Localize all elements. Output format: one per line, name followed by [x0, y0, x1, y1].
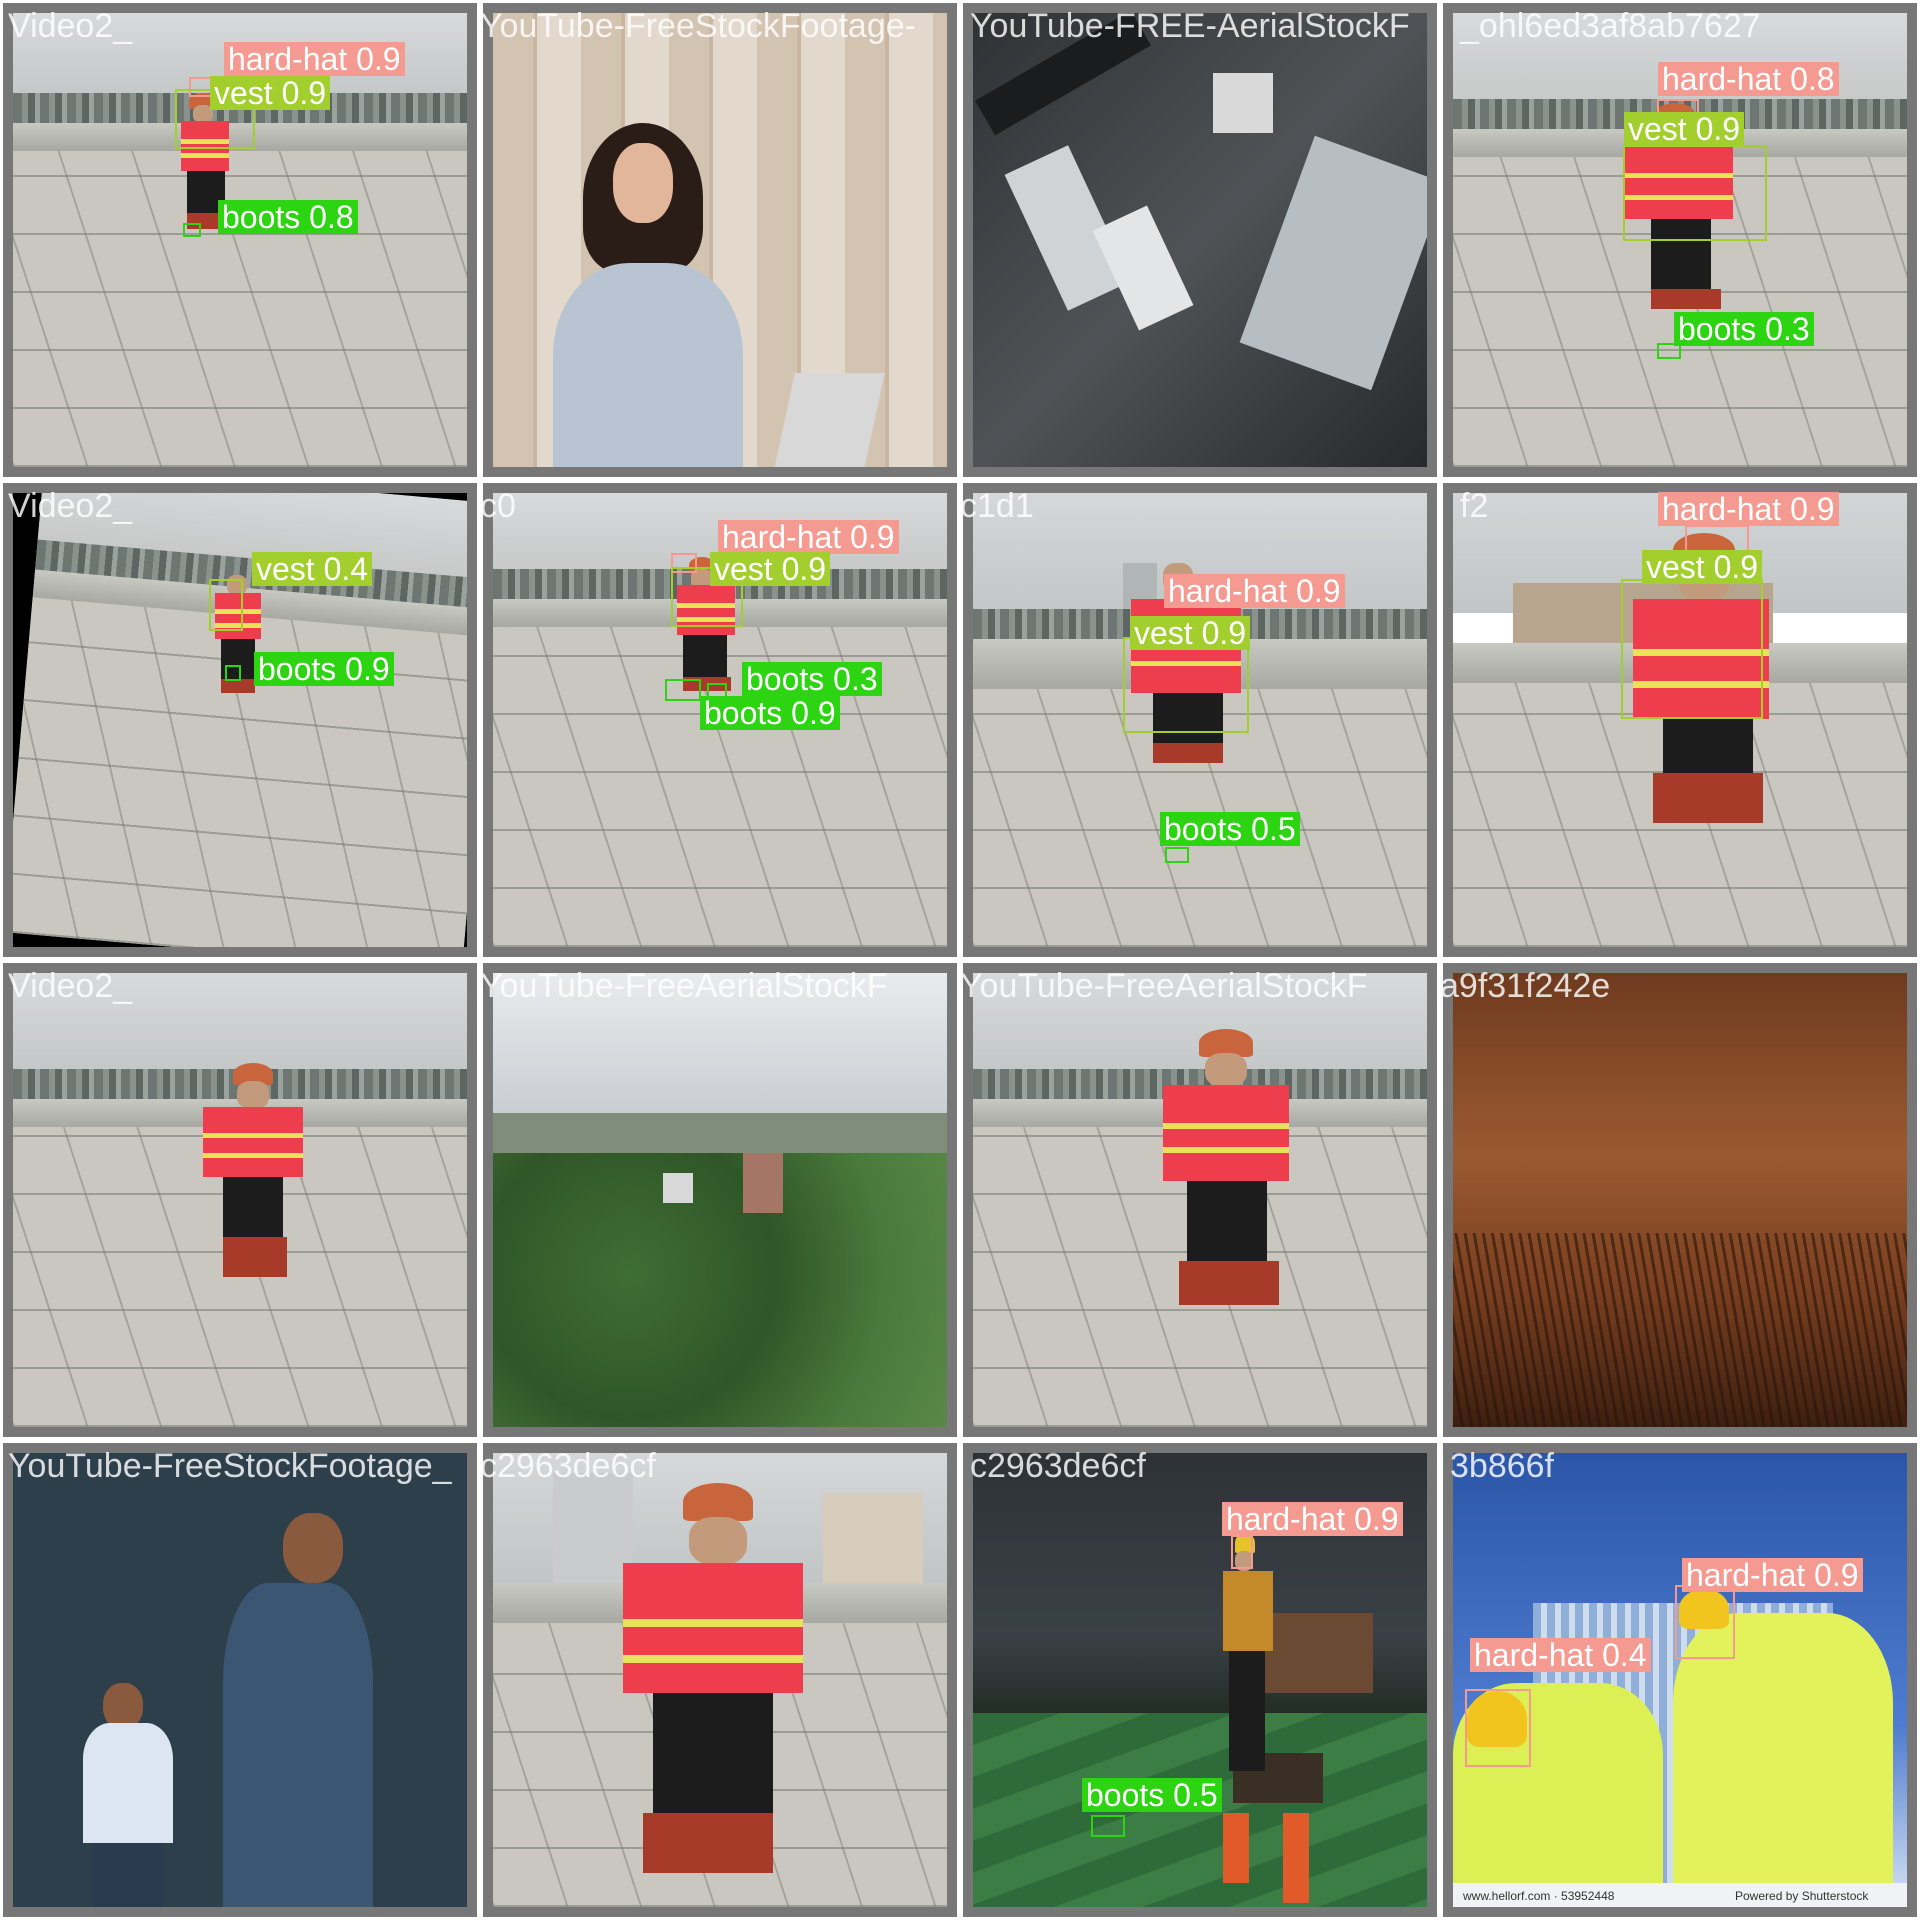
- detection-label: hard-hat 0.8: [1658, 62, 1839, 96]
- detection-label: hard-hat 0.9: [224, 42, 405, 76]
- detection-label: boots 0.9: [700, 696, 840, 730]
- vest-box: [209, 579, 243, 631]
- detection-label: boots 0.9: [254, 652, 394, 686]
- filename-overlay: YouTube-FreeStockFootage_: [8, 1447, 452, 1485]
- tile-15-night-site-worker: hard-hat 0.9 boots 0.5 c2963de6cf: [960, 1440, 1440, 1920]
- hard-hat-box: [1465, 1689, 1531, 1767]
- filename-overlay: YouTube-FreeAerialStockF: [960, 967, 1368, 1005]
- tile-13-woman-and-child: YouTube-FreeStockFootage_: [0, 1440, 480, 1920]
- tile-4-rooftop-worker: hard-hat 0.8 vest 0.9 boots 0.3 _ohl6ed3…: [1440, 0, 1920, 480]
- filename-overlay: c0: [480, 487, 516, 525]
- boots-box: [1091, 1815, 1125, 1837]
- boots-box: [225, 665, 241, 681]
- detection-label: boots 0.3: [742, 662, 882, 696]
- tile-12-field-sunset: a9f31f242e: [1440, 960, 1920, 1440]
- detection-label: vest 0.4: [252, 552, 373, 586]
- filename-overlay: Video2_: [8, 967, 133, 1005]
- filename-overlay: _ohl6ed3af8ab7627: [1460, 7, 1761, 45]
- boots-box: [183, 223, 201, 237]
- detection-label: hard-hat 0.9: [1222, 1502, 1403, 1536]
- vest-box: [1621, 579, 1763, 719]
- detection-label: hard-hat 0.9: [1164, 574, 1345, 608]
- filename-overlay: 3b866f: [1450, 1447, 1554, 1485]
- vest-box: [1623, 145, 1767, 241]
- boots-box: [1165, 847, 1189, 863]
- tile-2-woman-thinking: YouTube-FreeStockFootage-: [480, 0, 960, 480]
- detection-label: vest 0.9: [710, 552, 831, 586]
- tile-14-rooftop-worker-closeup: c2963de6cf: [480, 1440, 960, 1920]
- detection-label: hard-hat 0.4: [1470, 1638, 1651, 1672]
- filename-overlay: a9f31f242e: [1440, 967, 1611, 1005]
- filename-overlay: Video2_: [8, 487, 133, 525]
- filename-overlay: Video2_: [8, 7, 133, 45]
- filename-overlay: c1d1: [960, 487, 1034, 525]
- detection-label: vest 0.9: [1130, 616, 1251, 650]
- tile-5-rotated-rooftop: vest 0.4 boots 0.9 Video2_: [0, 480, 480, 960]
- tile-6-rooftop-worker: hard-hat 0.9 vest 0.9 boots 0.3 boots 0.…: [480, 480, 960, 960]
- tile-11-rooftop-worker: YouTube-FreeAerialStockF: [960, 960, 1440, 1440]
- hard-hat-box: [1675, 1585, 1735, 1659]
- stock-watermark: www.hellorf.com · 53952448: [1463, 1889, 1615, 1903]
- stock-watermark: Powered by Shutterstock: [1735, 1889, 1869, 1903]
- tile-8-rooftop-worker-closeup: hard-hat 0.9 vest 0.9 f2: [1440, 480, 1920, 960]
- filename-overlay: c2963de6cf: [970, 1447, 1146, 1485]
- detection-label: boots 0.3: [1674, 312, 1814, 346]
- tile-16-two-workers-stock: www.hellorf.com · 53952448 Powered by Sh…: [1440, 1440, 1920, 1920]
- tile-7-rooftop-worker: hard-hat 0.9 vest 0.9 boots 0.5 c1d1: [960, 480, 1440, 960]
- tile-9-rooftop-worker: Video2_: [0, 960, 480, 1440]
- detection-label: vest 0.9: [210, 76, 331, 110]
- filename-overlay: YouTube-FREE-AerialStockF: [970, 7, 1410, 45]
- detection-label: boots 0.8: [218, 200, 358, 234]
- detection-label: hard-hat 0.9: [718, 520, 899, 554]
- filename-overlay: YouTube-FreeStockFootage-: [480, 7, 916, 45]
- tile-1-rooftop-worker: hard-hat 0.9 vest 0.9 boots 0.8 Video2_: [0, 0, 480, 480]
- filename-overlay: f2: [1460, 487, 1489, 525]
- image-mosaic: hard-hat 0.9 vest 0.9 boots 0.8 Video2_ …: [0, 0, 1920, 1920]
- detection-label: boots 0.5: [1160, 812, 1300, 846]
- filename-overlay: YouTube-FreeAerialStockF: [480, 967, 888, 1005]
- detection-label: boots 0.5: [1082, 1778, 1222, 1812]
- hard-hat-box: [1231, 1535, 1253, 1569]
- filename-overlay: c2963de6cf: [480, 1447, 656, 1485]
- detection-label: vest 0.9: [1624, 112, 1745, 146]
- tile-3-aerial-city: YouTube-FREE-AerialStockF: [960, 0, 1440, 480]
- detection-label: hard-hat 0.9: [1682, 1558, 1863, 1592]
- detection-label: vest 0.9: [1642, 550, 1763, 584]
- boots-box: [665, 679, 701, 701]
- vest-box: [1123, 637, 1249, 733]
- detection-label: hard-hat 0.9: [1658, 492, 1839, 526]
- tile-10-aerial-town: YouTube-FreeAerialStockF: [480, 960, 960, 1440]
